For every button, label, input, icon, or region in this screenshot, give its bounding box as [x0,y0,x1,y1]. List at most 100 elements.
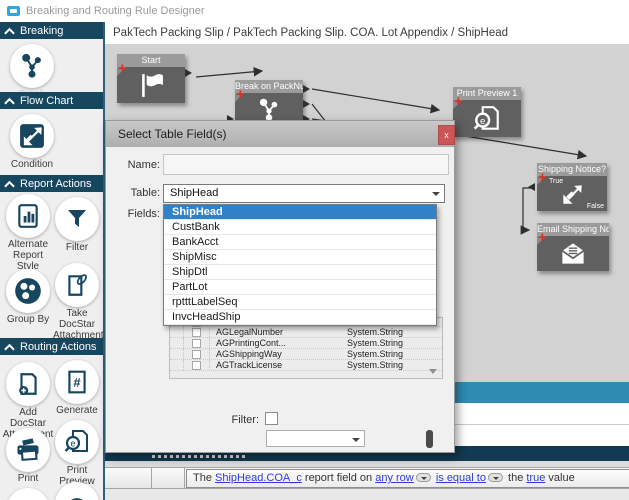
true-label: True [549,178,563,185]
scroll-thumb[interactable] [426,430,433,448]
field-row[interactable]: AGTrackLicenseSystem.String [170,360,442,371]
checkbox[interactable] [192,350,201,359]
tool-print[interactable]: Print [2,428,54,485]
dropdown-item[interactable]: CustBank [164,220,436,235]
port-start-out[interactable] [185,69,192,77]
field-row[interactable]: AGLegalNumberSystem.String [170,327,442,338]
row-scope-link[interactable]: any row [375,472,414,484]
select-table-fields-dialog: Select Table Field(s) x Name: Table: Shi… [105,120,455,453]
circle-icon [63,490,91,500]
checkbox[interactable] [192,361,201,370]
collapse-icon [4,97,15,105]
node-print-preview-1[interactable]: Print Preview 1 + e [453,87,521,137]
node-title: Email Shipping No [537,223,609,236]
rule-text: the [505,472,526,484]
node-title: Print Preview 1 [453,87,521,100]
field-row[interactable]: AGPrintingCont...System.String [170,338,442,349]
group-by-icon [14,277,42,305]
name-label: Name: [116,159,160,171]
node-title: Start [117,54,185,67]
fields-checkbox-list[interactable]: AGLegalNumberSystem.String AGPrintingCon… [169,317,443,379]
dropdown-item[interactable]: ShipDtl [164,265,436,280]
tool-partial-2[interactable] [53,482,101,500]
take-docstar-attachment-icon [64,272,90,298]
section-header-report-actions[interactable]: Report Actions [0,175,103,192]
table-value: ShipHead [170,187,218,199]
tool-filter[interactable]: Filter [53,197,101,254]
add-badge-icon[interactable]: + [236,87,245,102]
collapse-icon [4,343,15,351]
checkbox[interactable] [192,339,201,348]
dropdown-item[interactable]: rptttLabelSeq [164,295,436,310]
tool-generate[interactable]: # Generate [53,360,101,417]
tool-partial-1[interactable] [2,488,54,500]
generate-icon: # [64,369,90,395]
rule-status-row: The ShipHead.COA_c report field on any r… [105,467,629,489]
node-start[interactable]: Start + [117,54,185,103]
toolbox-sidebar: Breaking Break Flow Chart [0,22,105,500]
field-row[interactable]: AGShippingWaySystem.String [170,349,442,360]
dropdown-item[interactable]: ShipMisc [164,250,436,265]
filter-checkbox[interactable] [265,412,278,425]
field-link[interactable]: ShipHead.COA_c [215,472,302,484]
section-header-routing-actions[interactable]: Routing Actions [0,338,103,355]
tool-label: Filter [53,243,101,254]
status-cell-2 [152,468,185,488]
tool-condition[interactable]: Condition [6,114,58,171]
table-label: Table: [116,187,160,199]
app-icon [7,6,20,16]
flag-icon [138,72,164,98]
tool-label: Take DocStar Attachment [53,309,101,341]
filter-label: Filter: [209,414,259,426]
tool-alternate-report-style[interactable]: Alternate Report Style [2,194,54,272]
operator-link[interactable]: is equal to [436,472,486,484]
close-button[interactable]: x [438,125,455,145]
svg-text:e: e [70,439,75,449]
filter-icon [65,207,89,231]
name-input[interactable] [163,154,449,175]
fields-label: Fields: [116,208,160,220]
app-window: Breaking and Routing Rule Designer PakTe… [0,0,629,500]
section-header-flow-chart[interactable]: Flow Chart [0,92,103,109]
add-badge-icon[interactable]: + [538,170,547,185]
add-docstar-attachment-icon [15,371,41,397]
tool-take-docstar-attachment[interactable]: Take DocStar Attachment [53,263,101,341]
table-combobox[interactable]: ShipHead [163,184,445,203]
dropdown-item[interactable]: BankAcct [164,235,436,250]
dialog-title: Select Table Field(s) [118,127,227,141]
row-scope-dropdown-button[interactable] [416,473,431,482]
dropdown-item[interactable]: PartLot [164,280,436,295]
scroll-down-icon[interactable] [429,369,437,374]
dialog-titlebar[interactable]: Select Table Field(s) [106,121,454,147]
section-header-breaking[interactable]: Breaking [0,22,103,39]
node-email-shipping[interactable]: Email Shipping No + [537,223,609,271]
rule-text: value [545,472,574,484]
status-cell-1 [105,468,152,488]
port-shipping-left[interactable] [528,183,535,191]
tool-group-by[interactable]: Group By [2,269,54,326]
add-badge-icon[interactable]: + [454,94,463,109]
port-break-out-2[interactable] [303,100,310,108]
print-icon [14,436,42,464]
port-break-out-1[interactable] [303,85,310,93]
rule-text: report field on [302,472,375,484]
clipped-text-tops [152,455,247,458]
tool-print-preview[interactable]: e Print Preview [53,420,101,488]
checkbox[interactable] [192,328,201,337]
add-badge-icon[interactable]: + [118,61,127,76]
tool-label: Print [2,474,54,485]
dropdown-item[interactable]: InvcHeadShip [164,310,436,325]
node-shipping-notice[interactable]: Shipping Notice? + True False [537,163,607,211]
dropdown-item-selected[interactable]: ShipHead [164,205,436,220]
envelope-icon [14,496,42,500]
collapse-icon [4,27,15,35]
operator-dropdown-button[interactable] [488,473,503,482]
envelope-icon [556,240,590,268]
value-link[interactable]: true [526,472,545,484]
svg-text:e: e [480,115,485,126]
tool-label: Condition [6,160,58,171]
bottom-strip [105,489,629,500]
filter-combobox[interactable] [266,430,365,447]
add-badge-icon[interactable]: + [538,230,547,245]
chevron-down-icon [432,192,440,196]
